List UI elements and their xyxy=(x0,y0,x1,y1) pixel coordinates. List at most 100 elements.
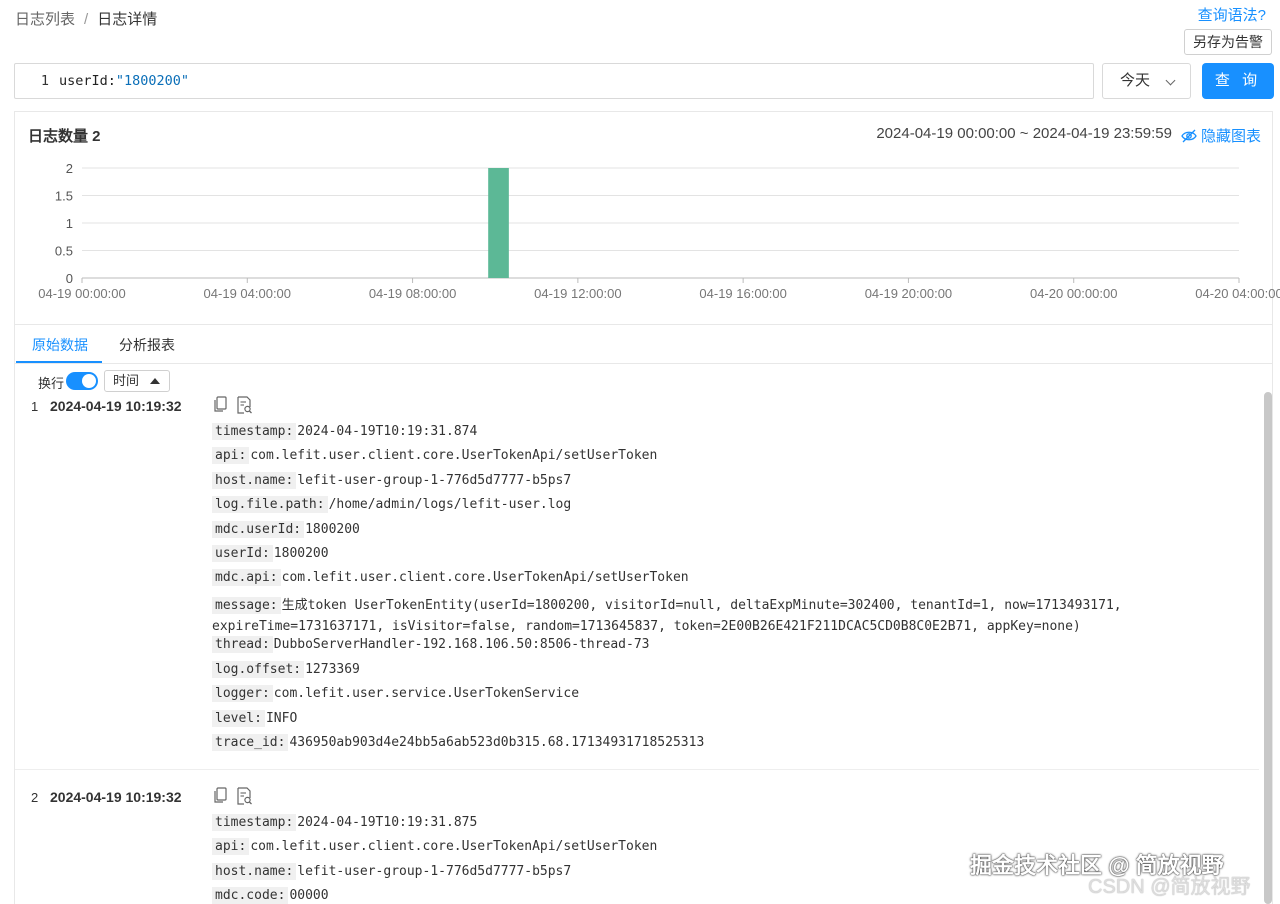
field-key: log.offset: xyxy=(212,660,305,678)
field-key: level: xyxy=(212,709,265,727)
x-tick-label: 04-19 20:00:00 xyxy=(865,286,952,301)
log-field: host.name: lefit-user-group-1-776d5d7777-… xyxy=(212,471,572,489)
field-value: 00000 xyxy=(289,888,329,904)
field-value: 2024-04-19T10:19:31.874 xyxy=(297,424,478,439)
log-field: level: INFO xyxy=(212,709,298,727)
log-field: api: com.lefit.user.client.core.UserToken… xyxy=(212,838,658,856)
view-context-icon[interactable] xyxy=(236,787,253,810)
field-key: mdc.api: xyxy=(212,569,281,587)
field-key: api: xyxy=(212,447,250,465)
x-tick-label: 04-20 00:00:00 xyxy=(1030,286,1117,301)
x-tick-label: 04-19 16:00:00 xyxy=(699,286,786,301)
query-syntax-link[interactable]: 查询语法? xyxy=(1198,4,1266,25)
x-tick-label: 04-19 04:00:00 xyxy=(204,286,291,301)
field-key: host.name: xyxy=(212,471,297,489)
x-tick-label: 04-19 00:00:00 xyxy=(38,286,125,301)
field-key: message: xyxy=(212,596,281,614)
x-tick-label: 04-19 08:00:00 xyxy=(369,286,456,301)
field-value: com.lefit.user.service.UserTokenService xyxy=(273,686,580,702)
date-range-select[interactable]: 今天 xyxy=(1102,63,1191,99)
record-time: 2024-04-19 10:19:32 xyxy=(50,398,182,414)
caret-up-icon xyxy=(150,378,160,384)
record-index: 2 xyxy=(31,790,39,805)
field-key: host.name: xyxy=(212,862,297,880)
save-as-alert-button[interactable]: 另存为告警 xyxy=(1184,29,1272,55)
scrollbar[interactable] xyxy=(1264,392,1272,904)
log-field: mdc.code: 00000 xyxy=(212,887,329,904)
record-index: 1 xyxy=(31,399,39,414)
y-tick-label: 0.5 xyxy=(55,244,73,259)
breadcrumb-parent-link[interactable]: 日志列表 xyxy=(15,11,75,28)
field-key: trace_id: xyxy=(212,733,289,751)
field-key: userId: xyxy=(212,545,273,562)
x-tick-label: 04-19 12:00:00 xyxy=(534,286,621,301)
field-key: api: xyxy=(212,838,250,856)
field-value: DubboServerHandler-192.168.106.50:8506-t… xyxy=(273,637,650,653)
x-tick-label: 04-20 04:00:00 xyxy=(1195,286,1280,301)
copy-icon[interactable] xyxy=(213,787,227,809)
y-tick-label: 0 xyxy=(66,271,73,286)
log-field: logger: com.lefit.user.service.UserTokenS… xyxy=(212,685,580,703)
date-range-value: 今天 xyxy=(1120,72,1151,89)
log-field: trace_id: 436950ab903d4e24bb5a6ab523d0b31… xyxy=(212,733,705,751)
log-field: log.offset: 1273369 xyxy=(212,660,360,678)
tab-raw-data[interactable]: 原始数据 xyxy=(32,335,88,355)
field-value: 436950ab903d4e24bb5a6ab523d0b315.68.1713… xyxy=(289,734,705,750)
tab-bar xyxy=(14,324,1273,364)
log-field: host.name: lefit-user-group-1-776d5d7777-… xyxy=(212,862,572,880)
query-editor[interactable]: 1 userId:"1800200" xyxy=(14,63,1094,99)
breadcrumb-current: 日志详情 xyxy=(97,11,158,28)
log-field: timestamp: 2024-04-19T10:19:31.874 xyxy=(212,423,478,440)
wrap-label: 换行 xyxy=(38,376,65,391)
toggle-knob xyxy=(82,374,96,388)
field-value: com.lefit.user.client.core.UserTokenApi/… xyxy=(250,839,658,855)
field-key: thread: xyxy=(212,636,273,654)
search-button[interactable]: 查 询 xyxy=(1202,63,1274,99)
chevron-down-icon xyxy=(1165,75,1176,86)
time-range-text: 2024-04-19 00:00:00 ~ 2024-04-19 23:59:5… xyxy=(876,125,1172,142)
field-value: 1800200 xyxy=(273,546,329,561)
field-value: com.lefit.user.client.core.UserTokenApi/… xyxy=(281,570,689,586)
copy-icon[interactable] xyxy=(213,396,227,418)
field-value: 1273369 xyxy=(305,661,360,677)
wrap-toggle[interactable] xyxy=(66,372,98,390)
breadcrumb-separator: / xyxy=(84,11,89,28)
log-field: mdc.api: com.lefit.user.client.core.UserT… xyxy=(212,569,689,587)
log-field: userId: 1800200 xyxy=(212,545,329,562)
eye-slash-icon xyxy=(1181,129,1197,143)
field-key: log.file.path: xyxy=(212,496,328,514)
log-field: api: com.lefit.user.client.core.UserToken… xyxy=(212,447,658,465)
query-value: "1800200" xyxy=(115,73,190,89)
field-value: INFO xyxy=(265,710,298,726)
field-value: 2024-04-19T10:19:31.875 xyxy=(297,815,478,830)
field-key: timestamp: xyxy=(212,423,297,440)
log-field: message: 生成token UserTokenEntity(userId=1… xyxy=(212,595,1152,637)
field-value: 生成token UserTokenEntity(userId=1800200, … xyxy=(212,597,1122,634)
log-field: log.file.path:/home/admin/logs/lefit-use… xyxy=(212,496,571,514)
sort-select[interactable]: 时间 xyxy=(104,370,170,392)
log-field: thread: DubboServerHandler-192.168.106.50… xyxy=(212,636,650,654)
view-context-icon[interactable] xyxy=(236,396,253,419)
hide-chart-link[interactable]: 隐藏图表 xyxy=(1181,125,1261,146)
tab-analysis-report[interactable]: 分析报表 xyxy=(119,335,175,355)
field-key: mdc.userId: xyxy=(212,520,305,538)
y-tick-label: 1 xyxy=(66,216,73,231)
sort-label: 时间 xyxy=(113,373,140,388)
field-value: lefit-user-group-1-776d5d7777-b5ps7 xyxy=(297,472,572,488)
query-key: userId: xyxy=(59,73,116,89)
log-count-chart: 2 1.5 1 0.5 0 04-19 00:00:00 04-19 04:00:00 04… xyxy=(38,161,1280,301)
log-count-label: 日志数量 2 xyxy=(28,128,101,145)
field-value: lefit-user-group-1-776d5d7777-b5ps7 xyxy=(297,863,572,879)
field-key: logger: xyxy=(212,685,273,703)
chart-bar xyxy=(488,168,509,278)
field-value: com.lefit.user.client.core.UserTokenApi/… xyxy=(250,448,658,464)
field-key: mdc.code: xyxy=(212,887,289,904)
record-time: 2024-04-19 10:19:32 xyxy=(50,789,182,805)
field-key: timestamp: xyxy=(212,814,297,831)
breadcrumb: 日志列表 / 日志详情 xyxy=(15,8,157,29)
log-field: timestamp: 2024-04-19T10:19:31.875 xyxy=(212,814,478,831)
active-tab-indicator xyxy=(16,361,102,363)
field-value: 1800200 xyxy=(305,521,360,537)
log-field: mdc.userId: 1800200 xyxy=(212,520,360,538)
y-tick-label: 2 xyxy=(66,161,73,176)
